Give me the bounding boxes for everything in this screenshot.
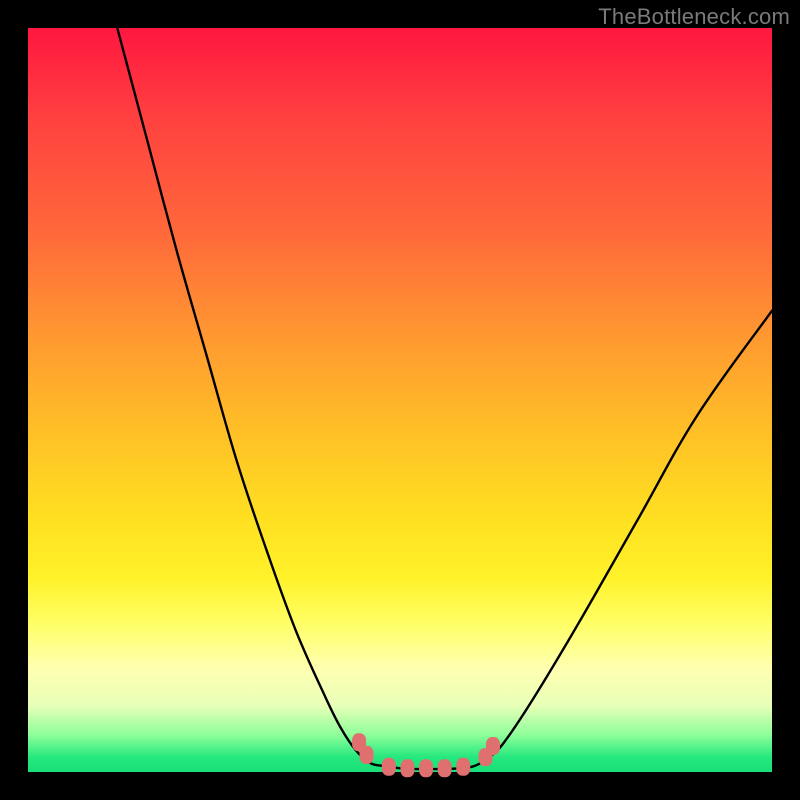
valley-marker [382, 758, 396, 776]
valley-marker [438, 759, 452, 777]
valley-marker [400, 759, 414, 777]
curve-layer [28, 28, 772, 772]
chart-frame: TheBottleneck.com [0, 0, 800, 800]
plot-area [28, 28, 772, 772]
curve-path [117, 28, 772, 769]
valley-marker [360, 746, 374, 764]
bottleneck-curve [117, 28, 772, 769]
watermark-text: TheBottleneck.com [598, 4, 790, 30]
valley-marker [456, 758, 470, 776]
valley-marker [486, 737, 500, 755]
valley-marker [419, 759, 433, 777]
valley-markers [352, 733, 500, 777]
